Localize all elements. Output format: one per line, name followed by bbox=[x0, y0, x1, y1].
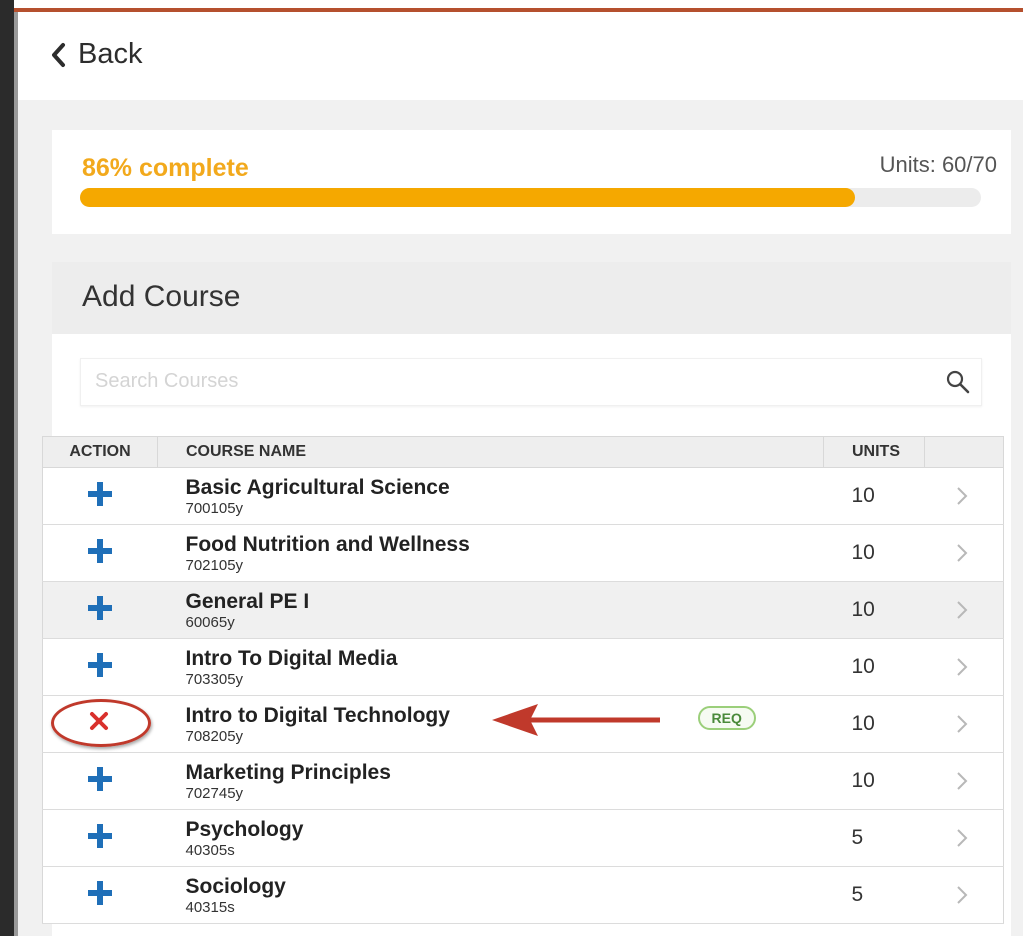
course-units: 10 bbox=[823, 467, 925, 525]
course-units: 5 bbox=[823, 866, 925, 924]
plus-icon[interactable] bbox=[86, 651, 114, 679]
search-box bbox=[80, 358, 982, 406]
progress-label: 86% complete bbox=[82, 154, 249, 182]
chevron-right-icon[interactable] bbox=[955, 485, 969, 507]
table-row[interactable]: Intro To Digital Media 703305y 10 bbox=[42, 638, 1004, 696]
course-code: 702105y bbox=[185, 556, 244, 574]
table-row[interactable]: Sociology 40315s 5 bbox=[42, 866, 1004, 924]
course-name: General PE I bbox=[185, 589, 310, 613]
course-code: 60065y bbox=[185, 613, 235, 631]
search-input[interactable] bbox=[81, 359, 915, 403]
progress-bar-fill bbox=[80, 188, 855, 207]
course-code: 702745y bbox=[185, 784, 244, 802]
chevron-right-icon[interactable] bbox=[955, 827, 969, 849]
course-name: Sociology bbox=[185, 874, 286, 898]
course-units: 10 bbox=[823, 524, 925, 582]
course-name: Psychology bbox=[185, 817, 304, 841]
course-units: 10 bbox=[823, 695, 925, 753]
plus-icon[interactable] bbox=[86, 480, 114, 508]
plus-icon[interactable] bbox=[86, 594, 114, 622]
table-row[interactable]: General PE I 60065y 10 bbox=[42, 581, 1004, 639]
progress-bar bbox=[80, 188, 981, 207]
add-course-title: Add Course bbox=[82, 280, 241, 313]
window-left-border bbox=[0, 0, 14, 936]
course-code: 40305s bbox=[185, 841, 235, 859]
chevron-right-icon[interactable] bbox=[955, 884, 969, 906]
column-header-course-name: COURSE NAME bbox=[157, 436, 824, 468]
plus-icon[interactable] bbox=[86, 879, 114, 907]
back-label: Back bbox=[78, 38, 143, 70]
header-bar: Back bbox=[18, 12, 1023, 100]
table-row-selected[interactable]: Intro to Digital Technology 708205y REQ … bbox=[42, 695, 1004, 753]
course-code: 40315s bbox=[185, 898, 235, 916]
table-row[interactable]: Psychology 40305s 5 bbox=[42, 809, 1004, 867]
chevron-right-icon[interactable] bbox=[955, 656, 969, 678]
plus-icon[interactable] bbox=[86, 537, 114, 565]
chevron-right-icon[interactable] bbox=[955, 599, 969, 621]
course-table: ACTION COURSE NAME UNITS Basic Agricultu… bbox=[42, 436, 1004, 924]
required-badge: REQ bbox=[697, 706, 756, 730]
table-header-row: ACTION COURSE NAME UNITS bbox=[42, 436, 1004, 468]
column-header-action: ACTION bbox=[42, 436, 158, 468]
plus-icon[interactable] bbox=[86, 765, 114, 793]
course-name: Intro To Digital Media bbox=[185, 646, 398, 670]
course-code: 700105y bbox=[185, 499, 244, 517]
units-counter: Units: 60/70 bbox=[879, 152, 997, 177]
add-course-header: Add Course bbox=[52, 262, 1011, 334]
course-name: Basic Agricultural Science bbox=[185, 475, 450, 499]
column-header-spacer bbox=[924, 436, 1004, 468]
table-row[interactable]: Food Nutrition and Wellness 702105y 10 bbox=[42, 524, 1004, 582]
table-row[interactable]: Marketing Principles 702745y 10 bbox=[42, 752, 1004, 810]
course-units: 10 bbox=[823, 581, 925, 639]
course-code: 703305y bbox=[185, 670, 244, 688]
course-name: Marketing Principles bbox=[185, 760, 391, 784]
search-icon[interactable] bbox=[945, 369, 971, 395]
chevron-left-icon bbox=[50, 40, 68, 70]
course-units: 10 bbox=[823, 752, 925, 810]
app-panel: Back 86% complete Units: 60/70 Add Cours… bbox=[18, 12, 1023, 936]
back-button[interactable]: Back bbox=[50, 38, 142, 71]
chevron-right-icon[interactable] bbox=[955, 713, 969, 735]
plus-icon[interactable] bbox=[86, 822, 114, 850]
progress-card: 86% complete Units: 60/70 bbox=[52, 130, 1011, 234]
course-units: 5 bbox=[823, 809, 925, 867]
annotation-arrow bbox=[491, 704, 660, 736]
table-row[interactable]: Basic Agricultural Science 700105y 10 bbox=[42, 467, 1004, 525]
column-header-units: UNITS bbox=[823, 436, 925, 468]
course-name: Food Nutrition and Wellness bbox=[185, 532, 470, 556]
close-icon[interactable] bbox=[87, 709, 111, 733]
chevron-right-icon[interactable] bbox=[955, 770, 969, 792]
course-units: 10 bbox=[823, 638, 925, 696]
chevron-right-icon[interactable] bbox=[955, 542, 969, 564]
